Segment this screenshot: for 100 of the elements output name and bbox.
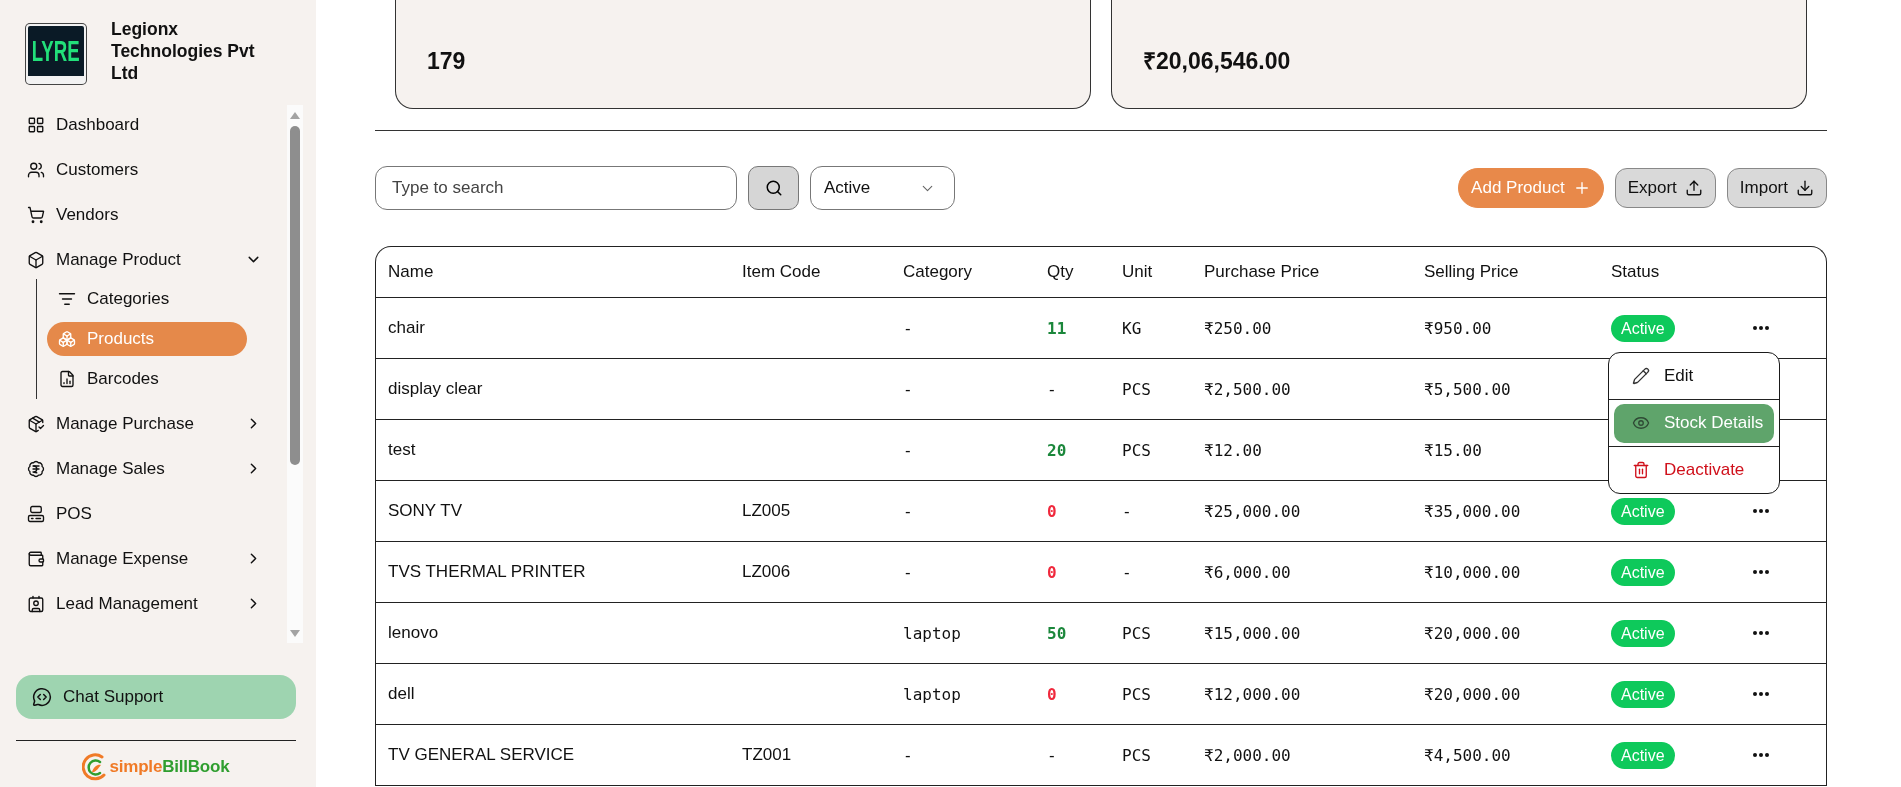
table-cell: - <box>1110 481 1192 542</box>
table-cell: 11 <box>1035 298 1110 359</box>
status-badge: Active <box>1611 558 1675 586</box>
table-cell: ₹15.00 <box>1412 420 1599 481</box>
search-icon <box>764 179 783 197</box>
table-cell: ₹15,000.00 <box>1192 603 1412 664</box>
rupee-badge-icon <box>27 459 45 478</box>
table-cell: 20 <box>1035 420 1110 481</box>
table-cell: 0 <box>1035 542 1110 603</box>
table-cell: ₹20,000.00 <box>1412 664 1599 725</box>
more-button[interactable] <box>1753 326 1769 330</box>
ellipsis-icon <box>1753 509 1769 513</box>
export-button[interactable]: Export <box>1614 168 1716 208</box>
table-cell: ₹25,000.00 <box>1192 481 1412 542</box>
column-header: Unit <box>1110 247 1192 298</box>
boxes-icon <box>58 330 76 348</box>
status-filter[interactable]: Active <box>810 166 955 210</box>
menu-item[interactable]: Edit <box>1609 353 1779 399</box>
table-cell: 0 <box>1035 481 1110 542</box>
table-cell: PCS <box>1110 664 1192 725</box>
more-button[interactable] <box>1753 631 1769 635</box>
nav-item[interactable]: Vendors <box>26 192 262 237</box>
nav-item[interactable]: Manage Purchase <box>26 401 262 446</box>
stat-value: 179 <box>427 48 466 74</box>
package-check-icon <box>27 414 45 433</box>
column-header: Name <box>376 247 730 298</box>
table-cell: TV GENERAL SERVICE <box>376 725 730 786</box>
column-header: Item Code <box>730 247 891 298</box>
table-cell: chair <box>376 298 730 359</box>
stat-value: ₹20,06,546.00 <box>1143 48 1291 74</box>
more-button[interactable] <box>1753 692 1769 696</box>
column-header: Qty <box>1035 247 1110 298</box>
table-cell: lenovo <box>376 603 730 664</box>
ellipsis-icon <box>1753 692 1769 696</box>
computer-icon <box>27 504 45 523</box>
table-cell: ₹6,000.00 <box>1192 542 1412 603</box>
nav-subitem[interactable]: Barcodes <box>47 362 247 396</box>
download-icon <box>1796 179 1814 197</box>
chat-support-button[interactable]: Chat Support <box>16 675 296 719</box>
nav-item[interactable]: Dashboard <box>26 102 262 147</box>
nav-item[interactable]: Manage Expense <box>26 536 262 581</box>
table-cell: ₹12.00 <box>1192 420 1412 481</box>
pencil-icon <box>1632 367 1650 385</box>
users-icon <box>27 160 45 179</box>
status-badge: Active <box>1611 741 1675 769</box>
table-cell: - <box>891 542 1035 603</box>
scrollbar[interactable] <box>287 105 303 643</box>
table-cell: TZ001 <box>730 725 891 786</box>
table-cell: LZ006 <box>730 542 891 603</box>
table-cell: LZ005 <box>730 481 891 542</box>
more-button[interactable] <box>1753 570 1769 574</box>
status-badge: Active <box>1611 314 1675 342</box>
brand-name: simpleBillBook <box>109 757 230 777</box>
company-logo: LYRE <box>26 24 86 84</box>
table-cell: TVS THERMAL PRINTER <box>376 542 730 603</box>
ellipsis-icon <box>1753 570 1769 574</box>
more-button[interactable] <box>1753 753 1769 757</box>
ellipsis-icon <box>1753 631 1769 635</box>
table-cell: display clear <box>376 359 730 420</box>
table-cell: KG <box>1110 298 1192 359</box>
table-cell: laptop <box>891 603 1035 664</box>
table-cell: ₹2,500.00 <box>1192 359 1412 420</box>
table-cell: test <box>376 420 730 481</box>
table-cell: ₹2,000.00 <box>1192 725 1412 786</box>
table-cell: 0 <box>1035 664 1110 725</box>
more-button[interactable] <box>1753 509 1769 513</box>
table-cell: ₹10,000.00 <box>1412 542 1599 603</box>
search-button[interactable] <box>748 166 799 210</box>
table-cell: dell <box>376 664 730 725</box>
menu-item[interactable]: Deactivate <box>1609 447 1779 493</box>
scrollbar-thumb[interactable] <box>290 126 300 465</box>
table-cell: PCS <box>1110 603 1192 664</box>
table-cell: - <box>891 481 1035 542</box>
box-icon <box>27 250 45 269</box>
nav-item[interactable]: Manage Sales <box>26 446 262 491</box>
table-cell: - <box>1110 542 1192 603</box>
status-badge: Active <box>1611 680 1675 708</box>
table-cell: - <box>1035 359 1110 420</box>
nav-item[interactable]: Customers <box>26 147 262 192</box>
column-header: Category <box>891 247 1035 298</box>
table-cell: PCS <box>1110 725 1192 786</box>
cart-icon <box>27 205 45 224</box>
table-cell: ₹950.00 <box>1412 298 1599 359</box>
wallet-icon <box>27 549 45 568</box>
eye-icon <box>1632 414 1650 432</box>
import-button[interactable]: Import <box>1726 168 1827 208</box>
table-cell: ₹20,000.00 <box>1412 603 1599 664</box>
nav-item[interactable]: Manage Product <box>26 237 262 282</box>
nav-subitem[interactable]: Categories <box>47 282 247 316</box>
contact-icon <box>27 594 45 613</box>
table-cell: ₹250.00 <box>1192 298 1412 359</box>
filter-lines-icon <box>58 290 76 308</box>
table-cell: - <box>891 359 1035 420</box>
search-field[interactable]: Type to search <box>375 166 737 210</box>
grid-icon <box>27 115 45 134</box>
table-cell: laptop <box>891 664 1035 725</box>
table-cell: PCS <box>1110 420 1192 481</box>
nav-item[interactable]: Lead Management <box>26 581 262 626</box>
ellipsis-icon <box>1753 326 1769 330</box>
nav-item[interactable]: POS <box>26 491 262 536</box>
